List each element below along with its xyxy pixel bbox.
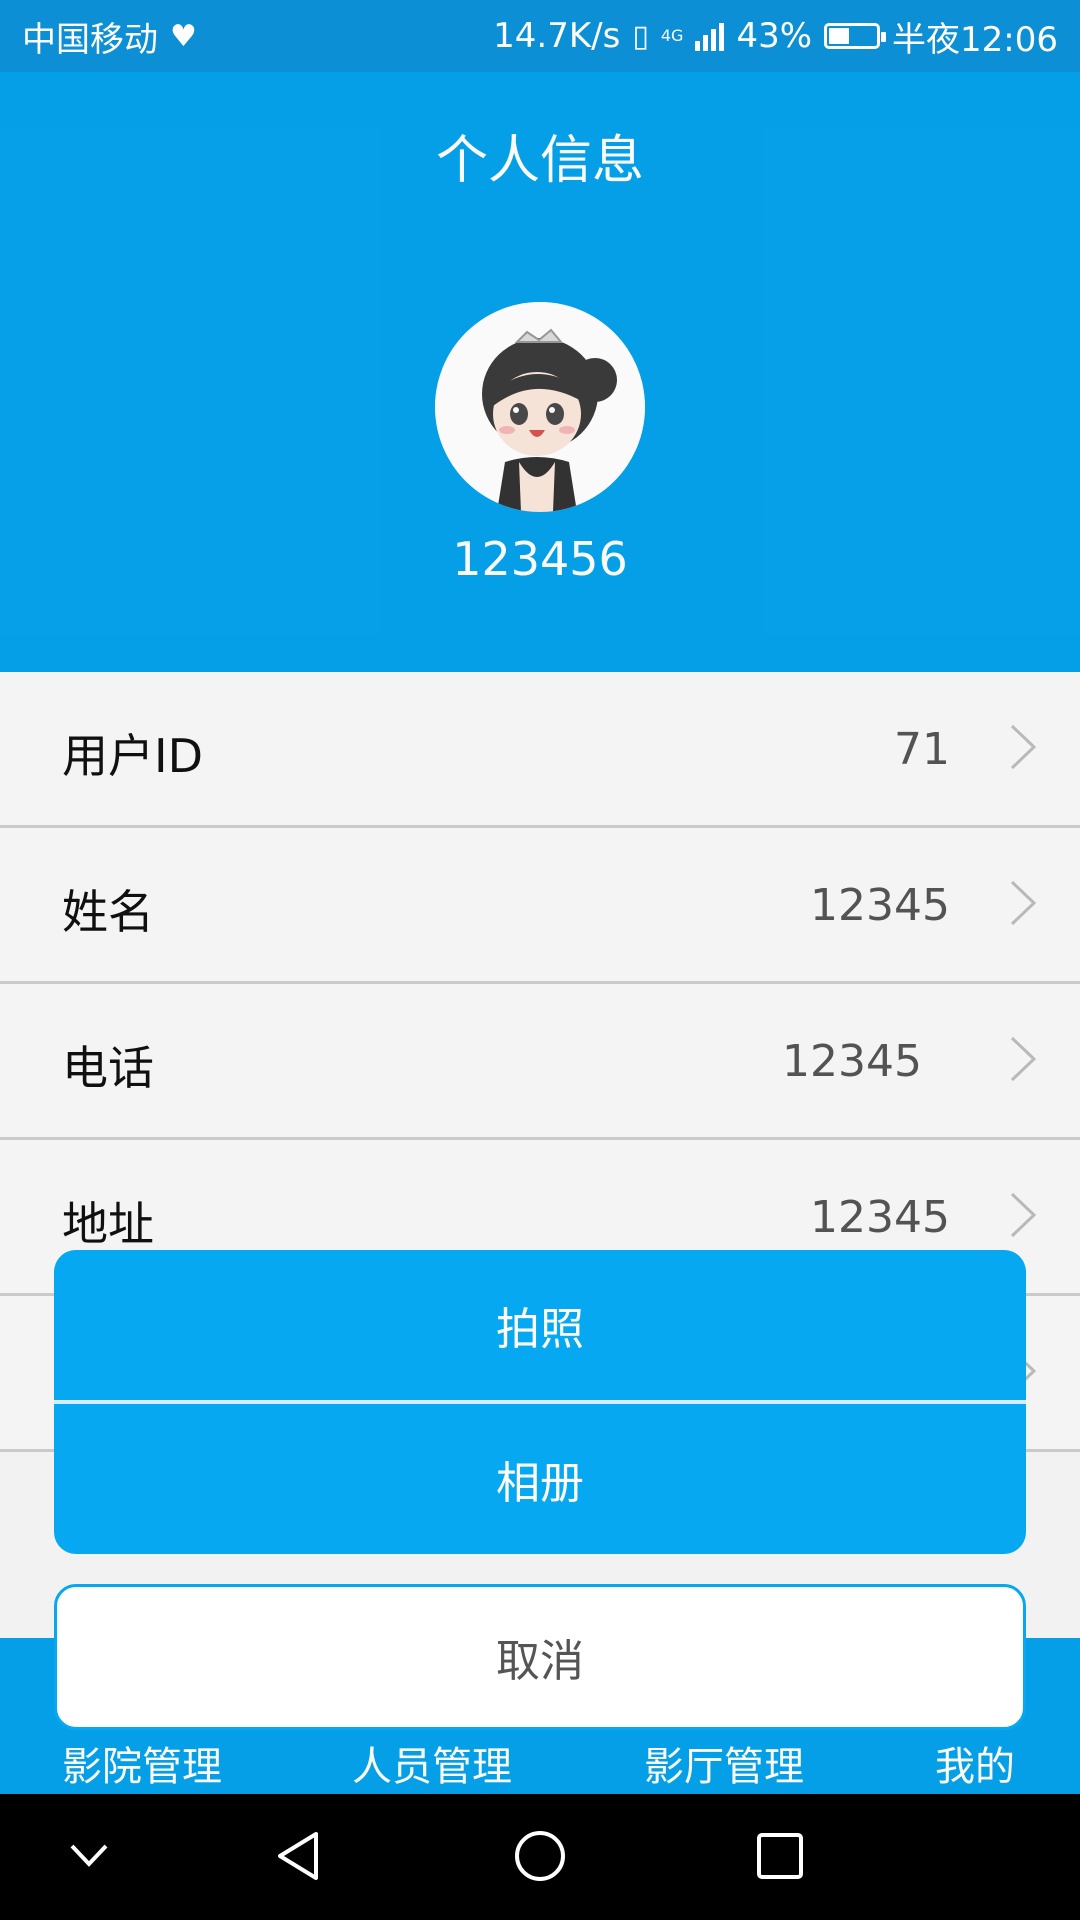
photo-action-sheet: 拍照 相册 取消: [54, 1250, 1026, 1730]
back-icon[interactable]: [270, 1828, 326, 1884]
net-speed: 14.7K/s: [493, 16, 621, 56]
cancel-button[interactable]: 取消: [54, 1584, 1026, 1730]
clock: 半夜12:06: [892, 19, 1058, 60]
recent-apps-icon[interactable]: [752, 1828, 808, 1884]
battery-percent: 43%: [736, 16, 813, 56]
signal-icon: [695, 21, 725, 51]
carrier-label: 中国移动: [22, 19, 158, 60]
home-icon[interactable]: [512, 1828, 568, 1884]
network-type-label: 4G: [660, 26, 684, 45]
album-button[interactable]: 相册: [54, 1404, 1026, 1554]
hide-keyboard-chevron-icon[interactable]: [66, 1836, 112, 1876]
health-heart-icon: ♥: [170, 18, 197, 54]
system-navigation-bar: [0, 1794, 1080, 1920]
take-photo-button[interactable]: 拍照: [54, 1250, 1026, 1400]
vibrate-icon: ▯: [632, 18, 649, 54]
battery-icon: [824, 23, 887, 49]
status-bar: 中国移动 ♥ 14.7K/s ▯ 4G 43% 半夜12:06: [0, 0, 1080, 72]
action-sheet-options: 拍照 相册: [54, 1250, 1026, 1554]
